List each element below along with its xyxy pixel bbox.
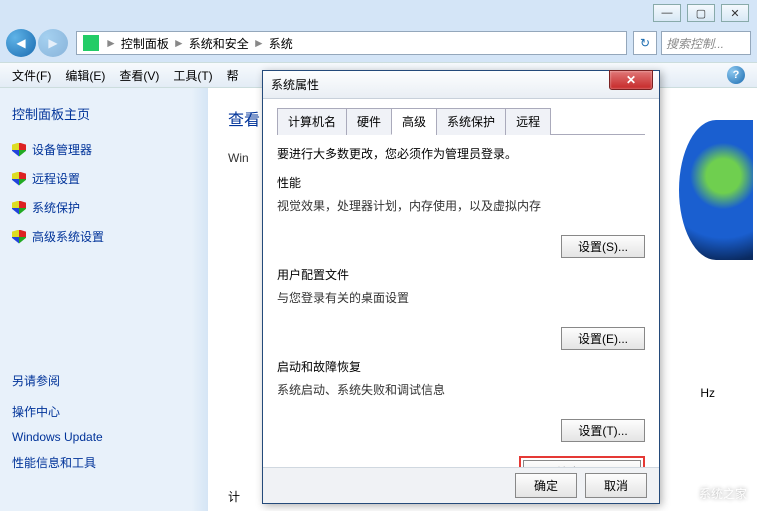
sidebar-item-advanced[interactable]: 高级系统设置 [12, 228, 196, 245]
sidebar: 控制面板主页 设备管理器 远程设置 系统保护 高级系统设置 另请参阅 操作中心 … [0, 88, 208, 511]
hz-label: Hz [696, 382, 719, 404]
maximize-button[interactable]: ▢ [687, 4, 715, 22]
sidebar-item-remote[interactable]: 远程设置 [12, 170, 196, 187]
system-properties-dialog: 系统属性 ✕ 计算机名 硬件 高级 系统保护 远程 要进行大多数更改，您必须作为… [262, 70, 660, 504]
shield-icon [12, 201, 26, 215]
dialog-footer: 确定 取消 [263, 467, 659, 503]
menu-tools[interactable]: 工具(T) [173, 67, 212, 84]
menu-file[interactable]: 文件(F) [12, 67, 51, 84]
address-bar[interactable]: ► 控制面板 ► 系统和安全 ► 系统 [76, 31, 627, 55]
back-button[interactable]: ◀ [6, 29, 36, 57]
sidebar-item-label: 远程设置 [32, 170, 80, 187]
section-desc: 系统启动、系统失败和调试信息 [277, 381, 645, 398]
sidebar-item-label: 系统保护 [32, 199, 80, 216]
tab-remote[interactable]: 远程 [505, 108, 551, 135]
help-icon[interactable]: ? [727, 66, 745, 84]
section-desc: 视觉效果，处理器计划，内存使用，以及虚拟内存 [277, 197, 645, 214]
dialog-close-button[interactable]: ✕ [609, 70, 653, 90]
section-title: 启动和故障恢复 [277, 358, 645, 375]
section-title: 性能 [277, 174, 645, 191]
tab-computer-name[interactable]: 计算机名 [277, 108, 347, 135]
see-also: 另请参阅 操作中心 Windows Update 性能信息和工具 [12, 372, 103, 481]
see-also-title: 另请参阅 [12, 372, 103, 389]
control-panel-icon [83, 35, 99, 51]
breadcrumb-item[interactable]: 系统和安全 [189, 35, 249, 52]
section-user-profile: 用户配置文件 与您登录有关的桌面设置 设置(E)... [277, 266, 645, 352]
sidebar-item-label: 设备管理器 [32, 141, 92, 158]
see-also-link[interactable]: 操作中心 [12, 403, 103, 420]
dialog-body: 计算机名 硬件 高级 系统保护 远程 要进行大多数更改，您必须作为管理员登录。 … [263, 99, 659, 499]
sidebar-item-device-manager[interactable]: 设备管理器 [12, 141, 196, 158]
see-also-link[interactable]: 性能信息和工具 [12, 454, 103, 471]
section-desc: 与您登录有关的桌面设置 [277, 289, 645, 306]
window-controls: — ▢ ✕ [653, 4, 749, 22]
breadcrumb-item[interactable]: 控制面板 [121, 35, 169, 52]
admin-note: 要进行大多数更改，您必须作为管理员登录。 [277, 145, 645, 162]
chevron-right-icon: ► [253, 36, 265, 50]
tab-hardware[interactable]: 硬件 [346, 108, 392, 135]
sidebar-item-label: 高级系统设置 [32, 228, 104, 245]
content-bottom-text: 计 [228, 488, 240, 505]
forward-button[interactable]: ▶ [38, 29, 68, 57]
menu-edit[interactable]: 编辑(E) [65, 67, 105, 84]
ok-button[interactable]: 确定 [515, 473, 577, 498]
see-also-link[interactable]: Windows Update [12, 430, 103, 444]
dialog-title: 系统属性 [271, 76, 319, 93]
window-close-button[interactable]: ✕ [721, 4, 749, 22]
shield-icon [12, 230, 26, 244]
search-input[interactable]: 搜索控制... [661, 31, 751, 55]
startup-settings-button[interactable]: 设置(T)... [561, 419, 645, 442]
section-performance: 性能 视觉效果，处理器计划，内存使用，以及虚拟内存 设置(S)... [277, 174, 645, 260]
shield-icon [12, 172, 26, 186]
menu-view[interactable]: 查看(V) [119, 67, 159, 84]
section-startup: 启动和故障恢复 系统启动、系统失败和调试信息 设置(T)... [277, 358, 645, 444]
refresh-button[interactable]: ↻ [633, 31, 657, 55]
navigation-bar: ◀ ▶ ► 控制面板 ► 系统和安全 ► 系统 ↻ 搜索控制... [0, 28, 757, 58]
tab-advanced[interactable]: 高级 [391, 108, 437, 135]
breadcrumb-item[interactable]: 系统 [269, 35, 293, 52]
breadcrumb: ► 控制面板 ► 系统和安全 ► 系统 [105, 35, 293, 52]
user-profile-settings-button[interactable]: 设置(E)... [561, 327, 645, 350]
sidebar-title[interactable]: 控制面板主页 [12, 104, 196, 123]
minimize-button[interactable]: — [653, 4, 681, 22]
menu-help[interactable]: 帮 [227, 67, 239, 84]
dialog-titlebar[interactable]: 系统属性 [263, 71, 659, 99]
tab-system-protection[interactable]: 系统保护 [436, 108, 506, 135]
section-title: 用户配置文件 [277, 266, 645, 283]
chevron-right-icon: ► [173, 36, 185, 50]
chevron-right-icon: ► [105, 36, 117, 50]
windows-orb-icon [679, 120, 753, 260]
right-panel [679, 100, 753, 400]
shield-icon [12, 143, 26, 157]
cancel-button[interactable]: 取消 [585, 473, 647, 498]
tab-strip: 计算机名 硬件 高级 系统保护 远程 [277, 107, 645, 135]
sidebar-item-protection[interactable]: 系统保护 [12, 199, 196, 216]
performance-settings-button[interactable]: 设置(S)... [561, 235, 645, 258]
